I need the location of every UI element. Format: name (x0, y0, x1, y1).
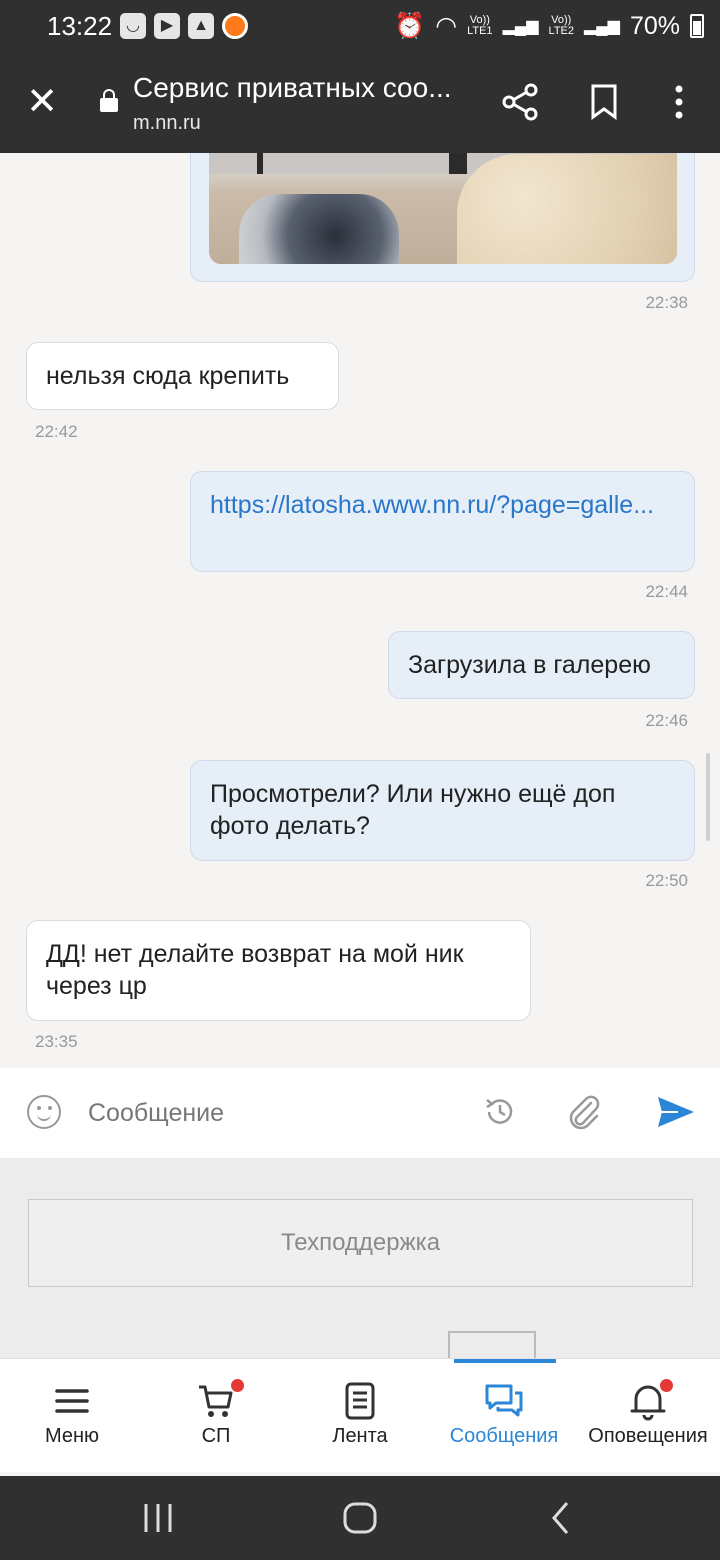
scrollbar[interactable] (706, 753, 710, 841)
partial-element (448, 1331, 536, 1361)
status-bar: 13:22 ◡ ▶ ▲ ⏰ ◠ Vo)) LTE1 ▂▄▆ Vo)) LTE2 ▂▄… (0, 0, 720, 54)
page-url: m.nn.ru (133, 112, 201, 134)
signal-bars-icon: ▂▄▆ (584, 18, 620, 35)
app-notification-icon (222, 13, 248, 39)
history-icon[interactable] (483, 1095, 517, 1129)
battery-icon (690, 14, 704, 38)
gallery-icon: ▲ (188, 13, 214, 39)
alarm-icon: ⏰ (394, 11, 426, 40)
status-time: 13:22 (47, 11, 113, 41)
more-options-icon[interactable] (672, 84, 686, 120)
image-message[interactable] (190, 153, 695, 282)
message-thread: 22:38 нельзя сюда крепить 22:42 https://… (0, 153, 720, 1068)
nav-label: Меню (44, 1425, 100, 1447)
nav-item-messages[interactable]: Сообщения (432, 1359, 576, 1473)
status-indicators: ⏰ ◠ Vo)) LTE1 ▂▄▆ Vo)) LTE2 ▂▄▆ 70% (394, 11, 704, 41)
cart-icon (199, 1385, 233, 1417)
home-icon[interactable] (340, 1498, 380, 1538)
support-section: Техподдержка (0, 1158, 720, 1361)
bookmark-icon[interactable] (590, 84, 618, 120)
lock-icon (100, 89, 118, 112)
wifi-icon: ◠ (435, 12, 458, 40)
share-icon[interactable] (500, 82, 540, 122)
page-title: Сервис приватных соо... (133, 72, 452, 103)
media-icon: ▶ (154, 13, 180, 39)
nav-item-notifications[interactable]: Оповещения (576, 1359, 720, 1473)
message-time: 22:38 (645, 293, 688, 312)
outgoing-message: Просмотрели? Или нужно ещё доп фото дела… (190, 760, 695, 861)
message-time: 22:42 (35, 422, 78, 441)
nav-label: СП (201, 1425, 231, 1447)
nav-item-sp[interactable]: СП (144, 1359, 288, 1473)
notification-badge (231, 1379, 244, 1392)
close-tab-button[interactable]: ✕ (24, 83, 60, 121)
attached-photo[interactable] (209, 153, 677, 264)
shopping-bag-icon: ◡ (120, 13, 146, 39)
menu-icon (55, 1389, 89, 1413)
nav-label: Лента (332, 1425, 388, 1447)
nav-item-feed[interactable]: Лента (288, 1359, 432, 1473)
notification-icons: ◡ ▶ ▲ (120, 13, 248, 39)
incoming-message: ДД! нет делайте возврат на мой ник через… (26, 920, 531, 1021)
notification-badge (660, 1379, 673, 1392)
message-time: 22:50 (645, 871, 688, 890)
nav-label: Сообщения (449, 1425, 559, 1447)
bottom-navigation: Меню СП Лента Сообщения Оповещения (0, 1358, 720, 1472)
message-time: 22:46 (645, 711, 688, 730)
outgoing-message: Загрузила в галерею (388, 631, 695, 699)
feed-icon (345, 1382, 375, 1420)
message-time: 23:35 (35, 1032, 78, 1051)
battery-percent: 70% (629, 11, 680, 40)
message-composer (0, 1068, 720, 1158)
signal-bars-icon: ▂▄▆ (502, 18, 539, 35)
incoming-message: нельзя сюда крепить (26, 342, 339, 410)
message-input[interactable] (88, 1090, 448, 1136)
signal-sim2-icon: Vo)) LTE2 (548, 14, 574, 37)
send-icon[interactable] (656, 1095, 696, 1129)
signal-sim1-icon: Vo)) LTE1 (467, 14, 493, 37)
support-button[interactable]: Техподдержка (28, 1199, 693, 1287)
browser-toolbar: ✕ Сервис приватных соо... m.nn.ru (0, 54, 720, 153)
outgoing-link-message[interactable]: https://latosha.www.nn.ru/?page=galle... (190, 471, 695, 572)
nav-item-menu[interactable]: Меню (0, 1359, 144, 1473)
system-navigation (0, 1476, 720, 1560)
message-time: 22:44 (645, 582, 688, 601)
emoji-icon[interactable] (27, 1095, 61, 1129)
back-icon[interactable] (542, 1498, 582, 1538)
nav-label: Оповещения (588, 1425, 708, 1447)
chat-icon (485, 1384, 523, 1417)
paperclip-icon[interactable] (566, 1093, 602, 1131)
recent-apps-icon[interactable] (138, 1498, 178, 1538)
